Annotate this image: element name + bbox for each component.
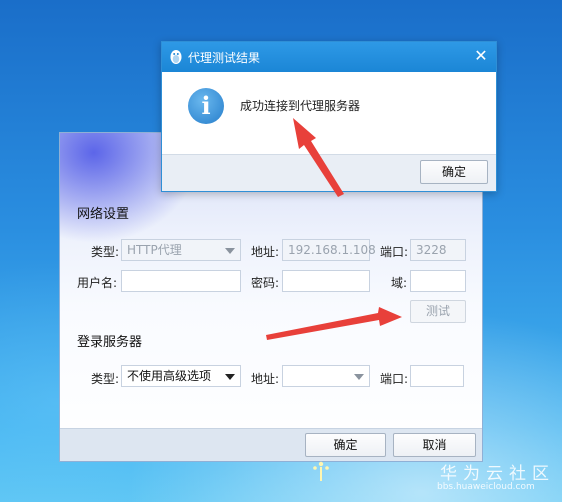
- login-address-select[interactable]: [282, 365, 370, 387]
- login-type-label: 类型:: [91, 372, 120, 386]
- proxy-address-input[interactable]: 192.168.1.108: [282, 239, 376, 261]
- proxy-port-input[interactable]: 3228: [410, 239, 466, 261]
- info-icon: i: [188, 88, 224, 124]
- settings-footer: 确定 取消: [60, 428, 482, 461]
- login-port-input[interactable]: [410, 365, 464, 387]
- proxy-test-result-dialog: 代理测试结果 ✕ i 成功连接到代理服务器 确定: [161, 41, 497, 192]
- qq-penguin-icon: [169, 48, 183, 68]
- proxy-type-label: 类型:: [91, 245, 120, 259]
- proxy-port-label: 端口:: [380, 245, 409, 259]
- cancel-button[interactable]: 取消: [393, 433, 476, 457]
- chevron-down-icon: [225, 248, 235, 254]
- username-label: 用户名:: [77, 276, 118, 290]
- domain-input[interactable]: [410, 270, 466, 292]
- watermark-url: bbs.huaweicloud.com: [437, 482, 535, 492]
- close-icon[interactable]: ✕: [472, 47, 490, 65]
- proxy-type-select[interactable]: HTTP代理: [121, 239, 241, 261]
- login-type-value: 不使用高级选项: [127, 369, 212, 383]
- password-label: 密码:: [251, 276, 280, 290]
- username-input[interactable]: [121, 270, 241, 292]
- chevron-down-icon: [225, 374, 235, 380]
- huawei-flower-icon: [313, 461, 329, 481]
- network-settings-title: 网络设置: [77, 207, 130, 222]
- watermark-text: 华为云社区: [440, 464, 555, 484]
- login-port-label: 端口:: [380, 372, 409, 386]
- password-input[interactable]: [282, 270, 370, 292]
- ok-button[interactable]: 确定: [305, 433, 386, 457]
- result-message: 成功连接到代理服务器: [240, 99, 361, 113]
- login-type-select[interactable]: 不使用高级选项: [121, 365, 241, 387]
- login-address-label: 地址:: [251, 372, 280, 386]
- chevron-down-icon: [354, 374, 364, 380]
- result-footer: 确定: [162, 154, 496, 191]
- dialog-title: 代理测试结果: [188, 51, 261, 65]
- proxy-type-value: HTTP代理: [127, 243, 182, 257]
- test-button[interactable]: 测试: [410, 300, 466, 323]
- login-server-title: 登录服务器: [77, 335, 143, 350]
- result-ok-button[interactable]: 确定: [420, 160, 488, 184]
- proxy-address-label: 地址:: [251, 245, 280, 259]
- title-bar[interactable]: 代理测试结果 ✕: [162, 42, 496, 72]
- domain-label: 域:: [391, 276, 408, 290]
